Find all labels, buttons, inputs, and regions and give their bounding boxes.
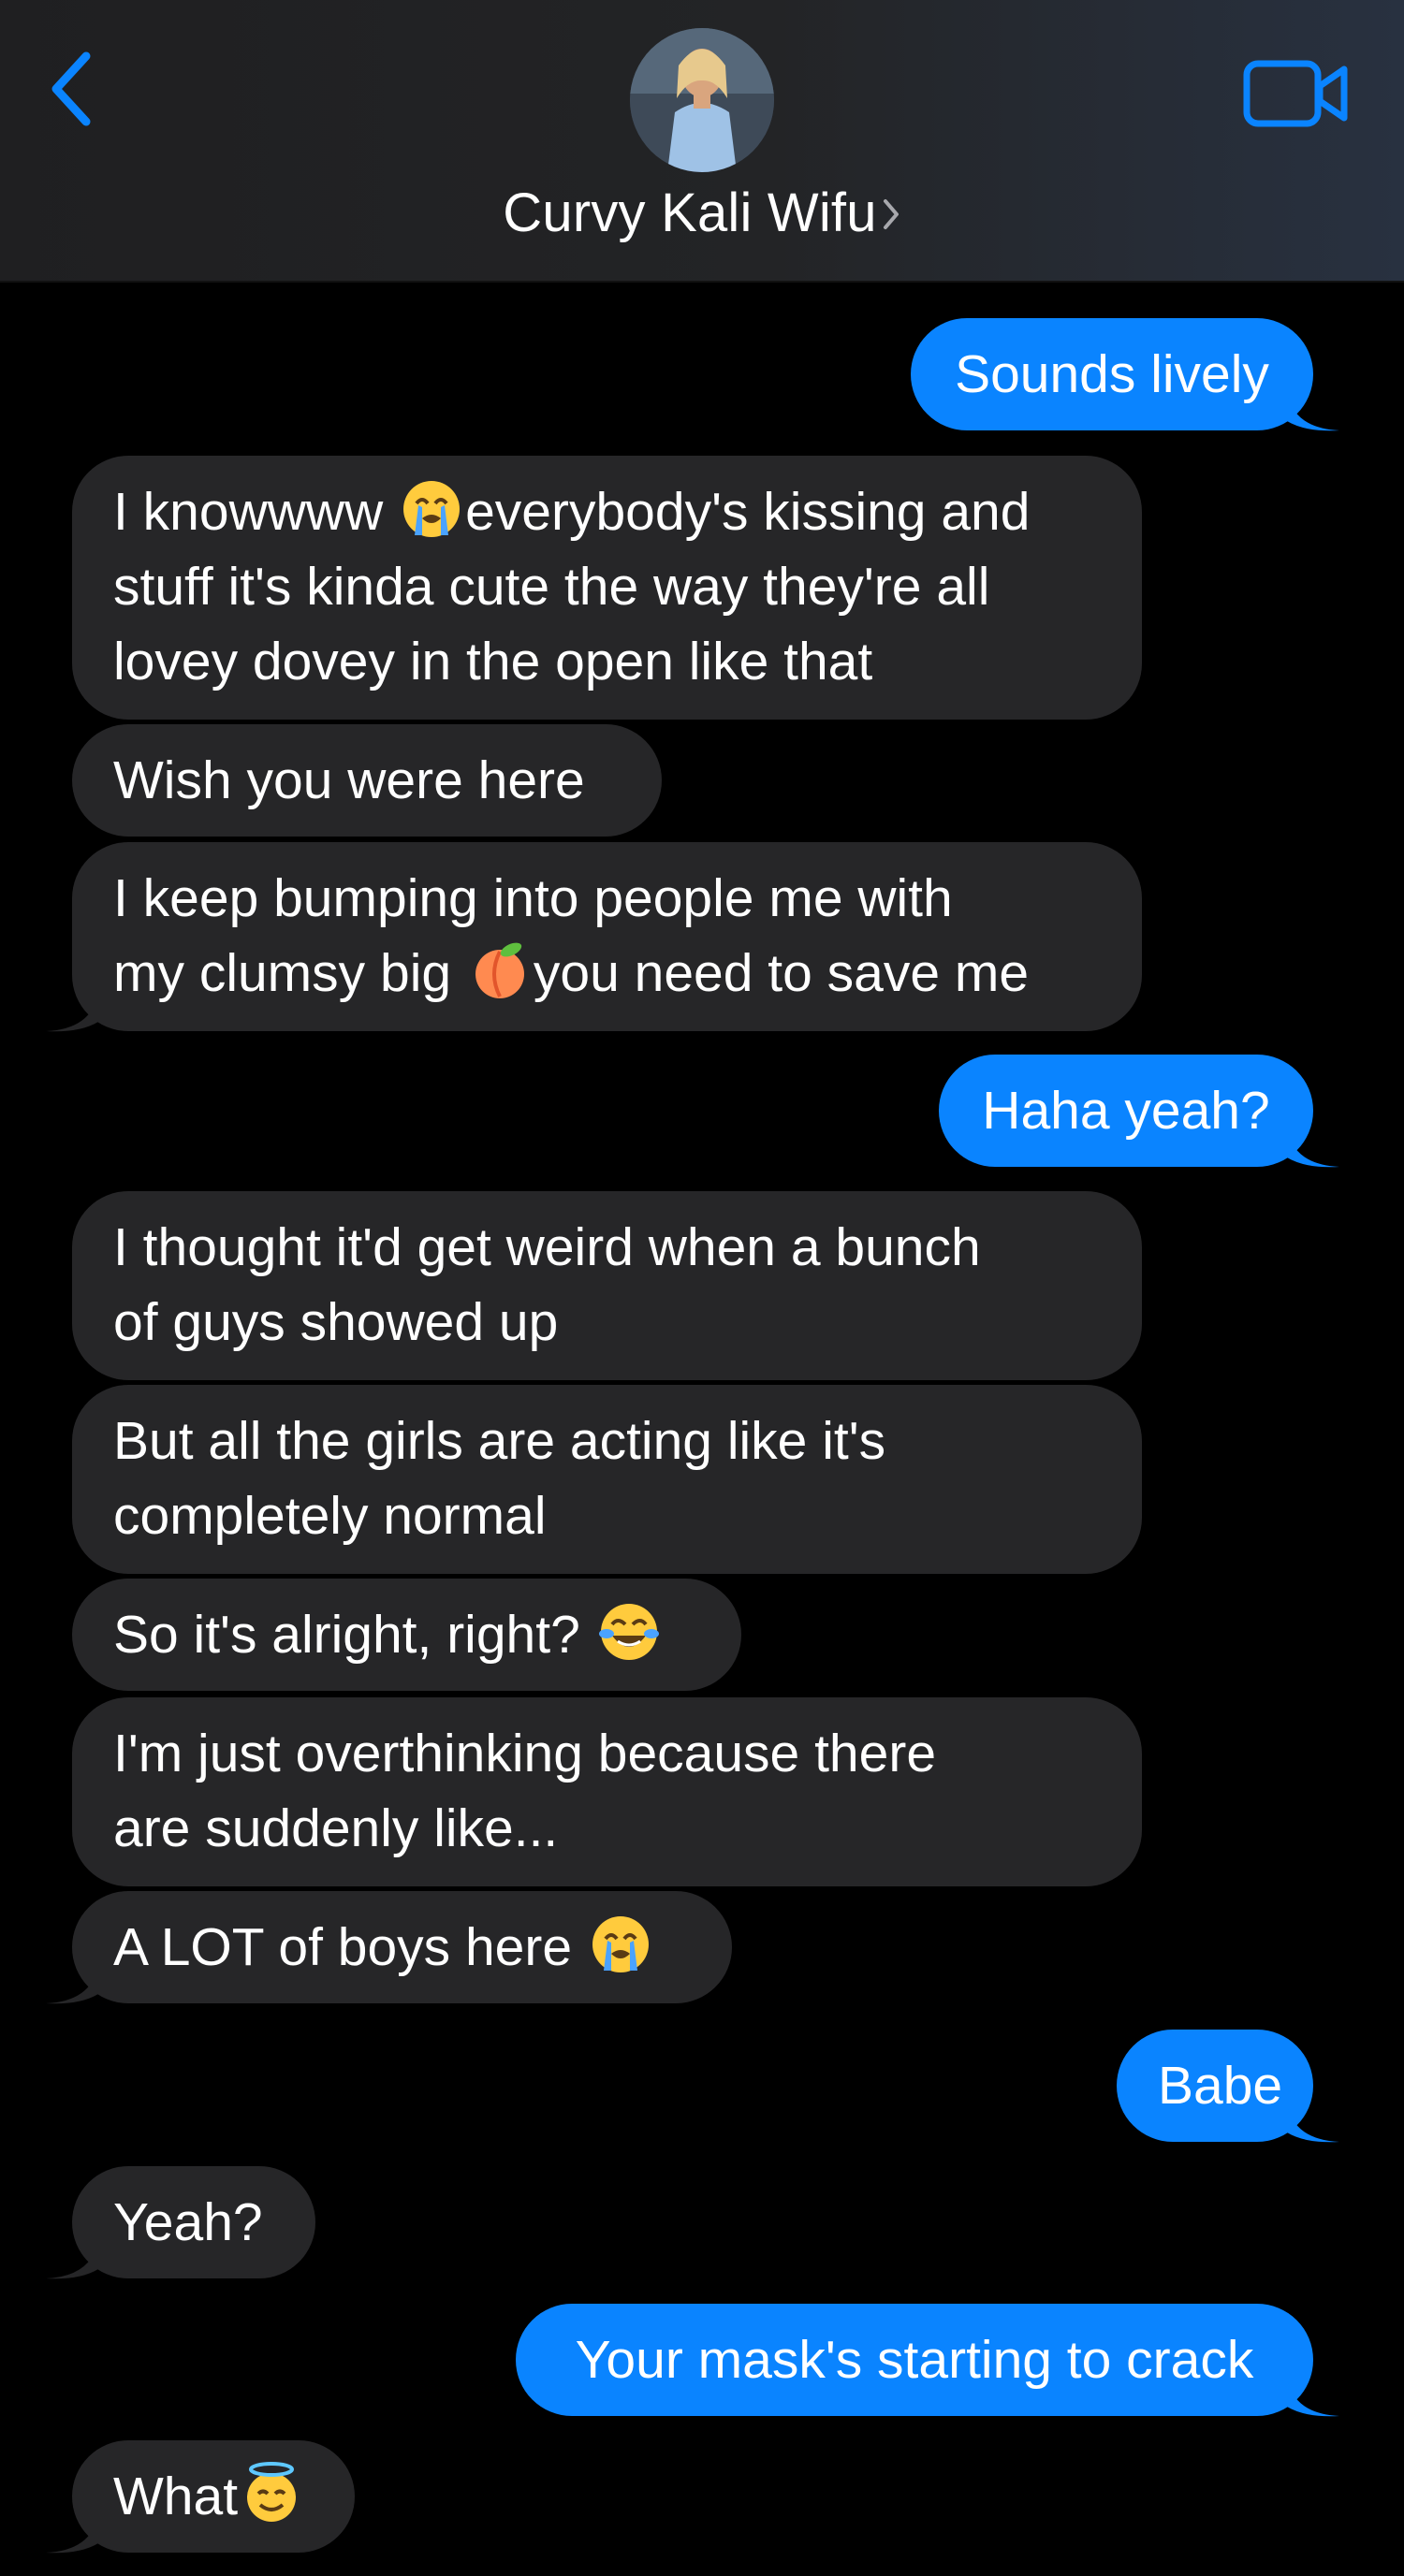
sent-message[interactable]: Your mask's starting to crack (516, 2304, 1339, 2417)
message-text: Wish you were here (113, 750, 585, 810)
bubble-tail (1287, 2104, 1339, 2143)
message-text: of guys showed up (113, 1292, 559, 1352)
received-message[interactable]: I'm just overthinking because there are … (72, 1697, 1142, 1886)
bubble-tail (1287, 1129, 1339, 1168)
message-text: Your mask's starting to crack (575, 2330, 1254, 2390)
message-text: I keep bumping into people me with (113, 868, 953, 928)
bubble-tail (46, 2515, 98, 2554)
avatar-image (630, 28, 774, 172)
face-with-tears-of-joy-icon (598, 1604, 659, 1660)
message-text: lovey dovey in the open like that (113, 632, 873, 691)
message-text: I thought it'd get weird when a bunch (113, 1217, 981, 1277)
conversation-header: Curvy Kali Wifu (0, 0, 1404, 283)
bubble-tail (46, 994, 98, 1032)
loudly-crying-face-icon (403, 481, 461, 537)
received-message[interactable]: A LOT of boys here (46, 1891, 732, 2004)
peach-icon (475, 942, 524, 998)
received-message[interactable]: So it's alright, right? (72, 1579, 741, 1691)
received-message[interactable]: I keep bumping into people me with my cl… (46, 842, 1142, 1032)
loudly-crying-face-icon (592, 1916, 649, 1972)
message-text: everybody's kissing and (465, 482, 1031, 542)
sent-message[interactable]: Sounds lively (911, 318, 1339, 431)
message-thread[interactable]: Sounds lively I knowwww everybody's kiss… (0, 281, 1404, 2576)
message-text: you need to save me (533, 943, 1030, 1003)
message-text: completely normal (113, 1486, 547, 1546)
message-text: But all the girls are acting like it's (113, 1411, 886, 1471)
message-text: Haha yeah? (982, 1081, 1270, 1141)
received-message[interactable]: But all the girls are acting like it's c… (72, 1385, 1142, 1574)
chevron-left-icon[interactable] (45, 47, 101, 131)
contact-avatar[interactable] (630, 28, 774, 172)
smiling-face-with-halo-icon (247, 2462, 297, 2522)
received-message[interactable]: Wish you were here (72, 724, 662, 837)
message-text: Sounds lively (955, 344, 1269, 404)
chevron-right-icon (883, 199, 899, 229)
message-text: A LOT of boys here (113, 1917, 587, 1977)
received-message[interactable]: Yeah? (46, 2166, 315, 2279)
bubble-tail (1287, 393, 1339, 431)
message-text: stuff it's kinda cute the way they're al… (113, 557, 990, 617)
message-text: So it's alright, right? (113, 1605, 595, 1665)
contact-name: Curvy Kali Wifu (503, 182, 877, 243)
bubble-tail (46, 2241, 98, 2279)
bubble-tail (46, 1966, 98, 2004)
message-text: Yeah? (113, 2192, 263, 2252)
received-message[interactable]: I knowwww everybody's kissing and stuff … (72, 456, 1142, 720)
contact-name-button[interactable]: Curvy Kali Wifu (0, 180, 1404, 245)
message-text: my clumsy big (113, 943, 466, 1003)
sent-message[interactable]: Haha yeah? (939, 1055, 1339, 1168)
received-message[interactable]: I thought it'd get weird when a bunch of… (72, 1191, 1142, 1380)
message-text: I'm just overthinking because there (113, 1724, 937, 1783)
received-message[interactable]: What (46, 2440, 355, 2554)
message-text: Babe (1158, 2056, 1283, 2116)
sent-message[interactable]: Babe (1117, 2030, 1339, 2143)
message-text: are suddenly like... (113, 1798, 559, 1858)
video-camera-icon[interactable] (1243, 58, 1350, 129)
message-text: What (113, 2467, 239, 2526)
message-text: I knowwww (113, 482, 399, 542)
bubble-tail (1287, 2379, 1339, 2417)
